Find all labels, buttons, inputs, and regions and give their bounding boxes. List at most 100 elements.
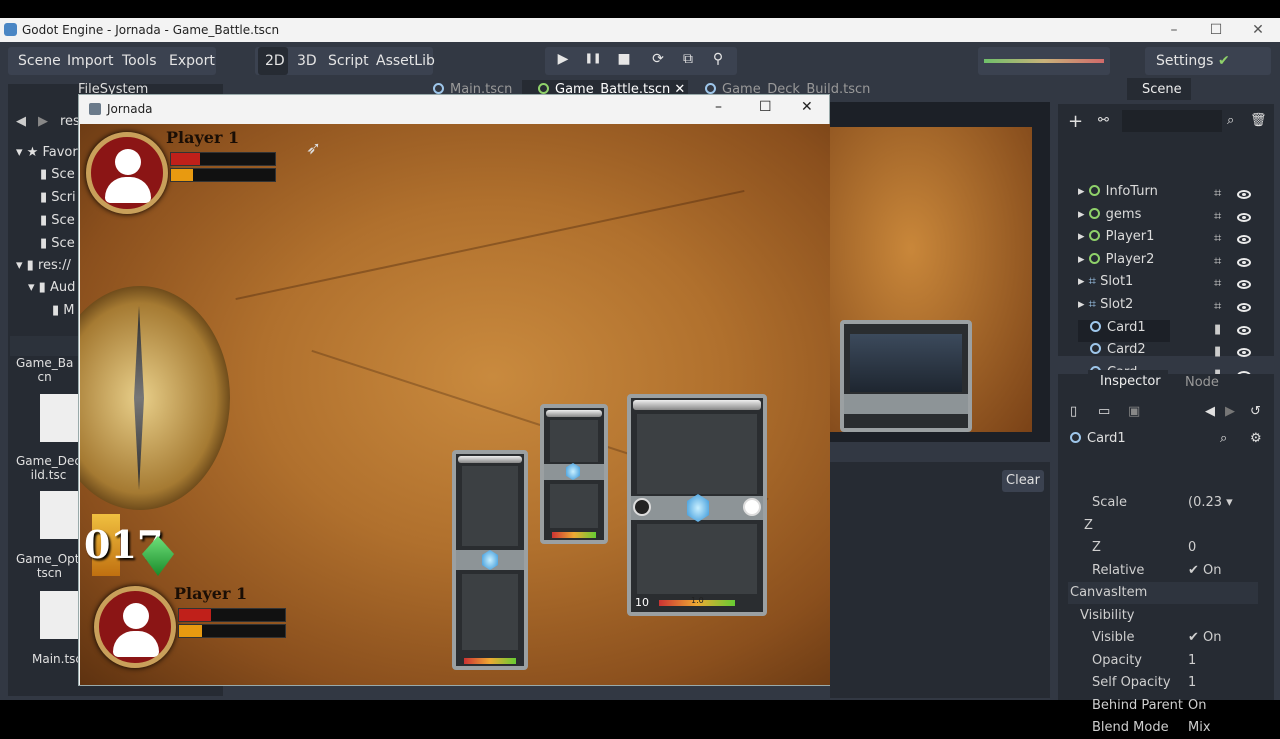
history-back-icon[interactable]: ◀ [1205, 404, 1215, 419]
scene-tree-node[interactable]: ▸ Player2 [1078, 252, 1258, 274]
game-maximize-button[interactable]: ☐ [759, 99, 772, 115]
fav-item-3[interactable]: ▮ Sce [40, 213, 75, 228]
mode-assetlib[interactable]: AssetLib [376, 53, 435, 69]
visibility-eye-icon[interactable] [1237, 212, 1251, 222]
property-value[interactable]: ✔ On [1188, 630, 1222, 645]
menu-export[interactable]: Export [169, 53, 215, 69]
property-value[interactable]: (0.23 ▾ [1188, 495, 1233, 510]
inspector-property[interactable]: Z [1068, 515, 1258, 537]
property-value[interactable]: On [1188, 698, 1206, 713]
forward-arrow-icon[interactable]: ▶ [38, 114, 48, 129]
visibility-eye-icon[interactable] [1237, 257, 1251, 267]
property-value[interactable]: Mix [1188, 720, 1211, 735]
inspector-property[interactable]: Visible ✔ On [1068, 627, 1258, 649]
new-resource-icon[interactable]: ▯ [1070, 404, 1077, 419]
inspector-property[interactable]: Scale (0.23 ▾ [1068, 492, 1258, 514]
group-icon[interactable]: ⌗ [1214, 231, 1221, 246]
scene-tree-node[interactable]: ▸ InfoTurn [1078, 184, 1258, 206]
trash-icon[interactable]: 🗑 [1250, 113, 1267, 128]
expand-arrow-icon[interactable]: ▸ [1078, 229, 1089, 244]
visibility-eye-icon[interactable] [1237, 325, 1251, 335]
back-arrow-icon[interactable]: ◀ [16, 114, 26, 129]
menu-scene[interactable]: Scene [18, 53, 61, 69]
file-icon[interactable] [40, 591, 78, 639]
viewport-card-preview[interactable] [840, 320, 972, 432]
menu-import[interactable]: Import [67, 53, 113, 69]
property-value[interactable]: 0 [1188, 540, 1196, 555]
lock-icon[interactable]: ▮ [1214, 344, 1221, 359]
scene-tree-node[interactable]: Card2 [1078, 342, 1258, 364]
inspector-property[interactable]: Opacity 1 [1068, 650, 1258, 672]
game-close-button[interactable]: ✕ [801, 99, 813, 115]
debug-icon[interactable]: ⚲ [708, 51, 728, 69]
inspector-property[interactable]: Blend Mode Mix [1068, 717, 1258, 739]
inspector-property[interactable]: Behind Parent On [1068, 695, 1258, 717]
card-slot-b[interactable] [540, 404, 608, 544]
history-icon[interactable]: ↺ [1250, 404, 1261, 419]
expand-arrow-icon[interactable]: ▸ [1078, 252, 1089, 267]
tab-node[interactable]: Node [1185, 375, 1219, 390]
settings-button[interactable]: Settings [1156, 53, 1213, 69]
group-icon[interactable]: ⌗ [1214, 209, 1221, 224]
maximize-button[interactable]: ☐ [1202, 20, 1230, 40]
expand-arrow-icon[interactable]: ▸ [1078, 184, 1089, 199]
scene-tree-node[interactable]: ▸ gems [1078, 207, 1258, 229]
card-slot-c[interactable]: 10 1.0 [627, 394, 767, 616]
tab-scene[interactable]: Scene [1142, 82, 1182, 97]
property-value[interactable]: ✔ On [1188, 563, 1222, 578]
expand-arrow-icon[interactable]: ▸ [1078, 297, 1089, 312]
remote-icon[interactable]: ⧉ [678, 51, 698, 69]
group-icon[interactable]: ⌗ [1214, 186, 1221, 201]
minimize-button[interactable]: – [1160, 20, 1188, 40]
inspector-property[interactable]: Z0 [1068, 537, 1258, 559]
game-window[interactable]: Jornada – ☐ ✕ Player 1 ➶ 017 Player 1 10… [78, 94, 830, 686]
battle-board[interactable]: Player 1 ➶ 017 Player 1 10 1.0 [80, 124, 830, 685]
mode-script[interactable]: Script [328, 53, 369, 69]
history-forward-icon[interactable]: ▶ [1225, 404, 1235, 419]
folder-m[interactable]: ▮ M [52, 303, 75, 318]
visibility-eye-icon[interactable] [1237, 190, 1251, 199]
scene-tree-node[interactable]: ▸ ⌗ Slot2 [1078, 297, 1258, 319]
scene-tree-node[interactable]: ▸ Player1 [1078, 229, 1258, 251]
node-filter-input[interactable] [1122, 110, 1222, 132]
game-minimize-button[interactable]: – [715, 99, 722, 115]
card-slot-a[interactable] [452, 450, 528, 670]
fav-item-4[interactable]: ▮ Sce [40, 236, 75, 251]
inspector-property[interactable]: Relative ✔ On [1068, 560, 1258, 582]
res-folder[interactable]: ▾ ▮ res:// [16, 258, 71, 273]
fav-item-1[interactable]: ▮ Sce [40, 167, 75, 182]
pause-icon[interactable]: ❚❚ [583, 53, 603, 71]
menu-tools[interactable]: Tools [122, 53, 157, 69]
link-icon[interactable]: ⚯ [1098, 113, 1109, 128]
inspector-property[interactable]: CanvasItem [1068, 582, 1258, 604]
gear-icon[interactable]: ⚙ [1250, 431, 1262, 446]
inspector-property[interactable]: Visibility [1068, 605, 1258, 627]
add-node-icon[interactable]: + [1068, 111, 1083, 132]
file-icon[interactable] [40, 394, 78, 442]
file-icon[interactable] [40, 491, 78, 539]
folder-aud[interactable]: ▾ ▮ Aud [28, 280, 75, 295]
close-button[interactable]: ✕ [1244, 20, 1272, 40]
mode-2d[interactable]: 2D [265, 53, 285, 69]
save-icon[interactable]: ▣ [1128, 404, 1140, 419]
group-icon[interactable]: ⌗ [1214, 254, 1221, 269]
expand-arrow-icon[interactable]: ▸ [1078, 274, 1089, 289]
open-folder-icon[interactable]: ▭ [1098, 404, 1110, 419]
play-icon[interactable]: ▶ [553, 51, 573, 69]
search-icon[interactable]: ⌕ [1220, 431, 1227, 446]
inspector-property[interactable]: Self Opacity 1 [1068, 672, 1258, 694]
clear-button[interactable]: Clear [1002, 470, 1044, 492]
group-icon[interactable]: ⌗ [1214, 276, 1221, 291]
search-icon[interactable]: ⌕ [1227, 113, 1234, 128]
scene-tree-node[interactable]: Card1 [1078, 319, 1170, 342]
scene-tree-node[interactable]: ▸ ⌗ Slot1 [1078, 274, 1258, 296]
mode-3d[interactable]: 3D [297, 53, 317, 69]
stop-icon[interactable]: ■ [614, 51, 634, 69]
expand-arrow-icon[interactable]: ▸ [1078, 207, 1089, 222]
reload-icon[interactable]: ⟳ [648, 51, 668, 69]
fav-item-2[interactable]: ▮ Scri [40, 190, 76, 205]
group-icon[interactable]: ⌗ [1214, 299, 1221, 314]
lock-icon[interactable]: ▮ [1214, 322, 1221, 337]
path-field[interactable]: res [60, 114, 80, 129]
property-value[interactable]: 1 [1188, 653, 1196, 668]
